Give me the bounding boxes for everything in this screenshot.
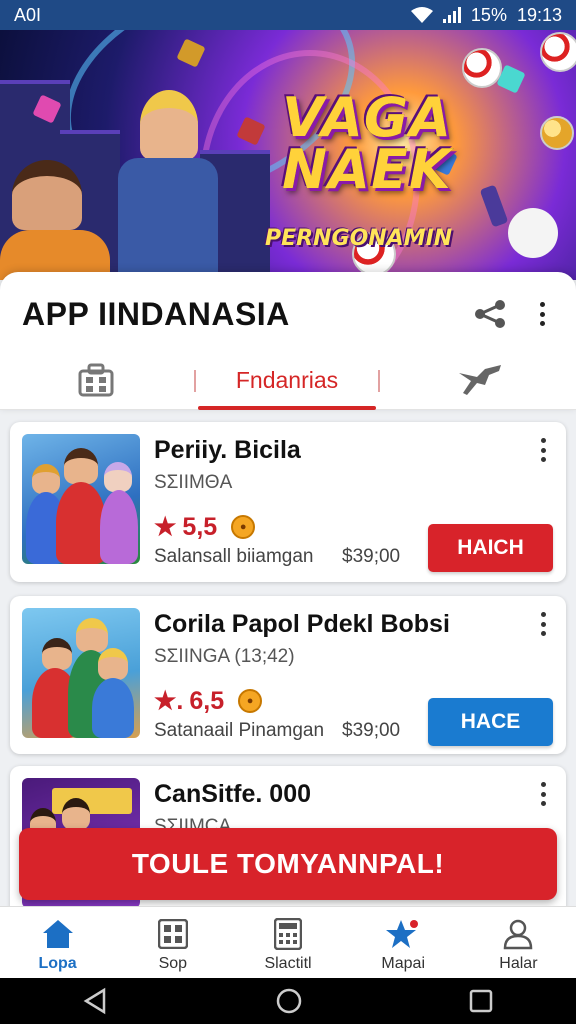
tab-briefcase[interactable] bbox=[0, 352, 192, 408]
signal-icon bbox=[442, 7, 461, 23]
nav-item-halar[interactable]: Halar bbox=[461, 907, 576, 978]
item-meta: Salansall biiamgan bbox=[154, 546, 314, 567]
item-action-button[interactable]: HAICH bbox=[428, 524, 553, 572]
item-rating: ★. 6,5 ● bbox=[154, 686, 263, 716]
item-action-button[interactable]: HACE bbox=[428, 698, 553, 746]
drone-icon bbox=[459, 365, 501, 395]
list-item[interactable]: Periiy. Bicila SΣIIMΘA ★ 5,5 ● Salansall… bbox=[10, 422, 566, 582]
home-circle-icon[interactable] bbox=[275, 987, 303, 1015]
item-price: $39;00 bbox=[342, 720, 401, 741]
item-more-icon[interactable] bbox=[536, 612, 550, 636]
back-icon[interactable] bbox=[82, 987, 110, 1015]
item-price: $39;00 bbox=[342, 546, 401, 567]
share-icon[interactable] bbox=[472, 296, 508, 332]
item-subtitle: SΣIIMΘA bbox=[154, 472, 233, 493]
item-thumbnail bbox=[22, 608, 140, 738]
app-title: APP IINDANASIA bbox=[22, 296, 290, 332]
nav-label: Sop bbox=[158, 955, 188, 972]
star-icon: ★ bbox=[154, 513, 177, 541]
nav-label: Lopa bbox=[38, 955, 77, 972]
character-hero bbox=[140, 90, 198, 160]
nav-label: Mapai bbox=[381, 955, 425, 972]
calculator-icon bbox=[271, 917, 305, 951]
item-title: Periiy. Bicila bbox=[154, 436, 301, 464]
app-header: APP IINDANASIA Fndanrias bbox=[0, 272, 576, 410]
recents-icon[interactable] bbox=[468, 988, 494, 1014]
status-icons: 15% 19:13 bbox=[410, 4, 562, 26]
mascot bbox=[508, 208, 558, 258]
grid-icon bbox=[156, 917, 190, 951]
item-thumbnail bbox=[22, 434, 140, 564]
item-meta: Satanaail Pinamgan bbox=[154, 720, 325, 741]
banner-title-line1: VAGA bbox=[282, 86, 453, 149]
tab-label: Fndanrias bbox=[235, 366, 339, 393]
briefcase-icon bbox=[78, 363, 114, 397]
clock: 19:13 bbox=[516, 4, 562, 25]
banner-title: VAGA NAEK bbox=[282, 86, 453, 201]
star-icon: ★. bbox=[154, 687, 184, 715]
coin-icon: ● bbox=[231, 515, 256, 539]
list-item[interactable]: Corila Papol Pdekl Bobsi SΣIINGA (13;42)… bbox=[10, 596, 566, 754]
item-title: Corila Papol Pdekl Bobsi bbox=[154, 610, 450, 638]
banner-subtitle: PERNGONAMIN bbox=[265, 226, 453, 251]
carrier-label: A0I bbox=[14, 4, 42, 25]
system-nav-bar bbox=[0, 978, 576, 1024]
more-vertical-icon[interactable] bbox=[524, 296, 560, 332]
item-title: CanSitfe. 000 bbox=[154, 780, 312, 808]
wifi-icon bbox=[410, 7, 433, 23]
cta-button[interactable]: TOULE TOMYANNPAL! bbox=[19, 828, 557, 900]
status-bar: A0I 15% 19:13 bbox=[0, 0, 576, 30]
banner-title-line2: NAEK bbox=[282, 138, 452, 201]
rating-value: 6,5 bbox=[189, 686, 225, 715]
item-subtitle: SΣIINGA (13;42) bbox=[154, 646, 295, 667]
nav-label: Slactitl bbox=[264, 955, 312, 972]
coin-icon: ● bbox=[238, 689, 263, 713]
nav-item-slactitl[interactable]: Slactitl bbox=[230, 907, 345, 978]
nav-item-mapai[interactable]: Mapai bbox=[346, 907, 461, 978]
character-boy bbox=[12, 160, 82, 230]
item-more-icon[interactable] bbox=[536, 438, 550, 462]
nav-item-lopa[interactable]: Lopa bbox=[0, 907, 115, 978]
item-more-icon[interactable] bbox=[536, 782, 550, 806]
star-icon bbox=[386, 917, 420, 951]
bottom-nav: Lopa Sop Slactitl Mapai Halar bbox=[0, 906, 576, 978]
home-icon bbox=[41, 917, 75, 951]
promo-banner[interactable]: VAGA NAEK PERNGONAMIN bbox=[0, 30, 576, 280]
item-rating: ★ 5,5 ● bbox=[154, 512, 256, 542]
nav-item-sop[interactable]: Sop bbox=[115, 907, 230, 978]
person-icon bbox=[501, 917, 535, 951]
tab-bar: Fndanrias bbox=[0, 352, 576, 410]
tab-fndanrias[interactable]: Fndanrias bbox=[198, 352, 376, 408]
battery-label: 15% bbox=[470, 4, 507, 25]
rating-value: 5,5 bbox=[182, 512, 218, 541]
tab-active-indicator bbox=[198, 406, 376, 410]
tab-drone[interactable] bbox=[384, 352, 576, 408]
nav-label: Halar bbox=[499, 955, 538, 972]
